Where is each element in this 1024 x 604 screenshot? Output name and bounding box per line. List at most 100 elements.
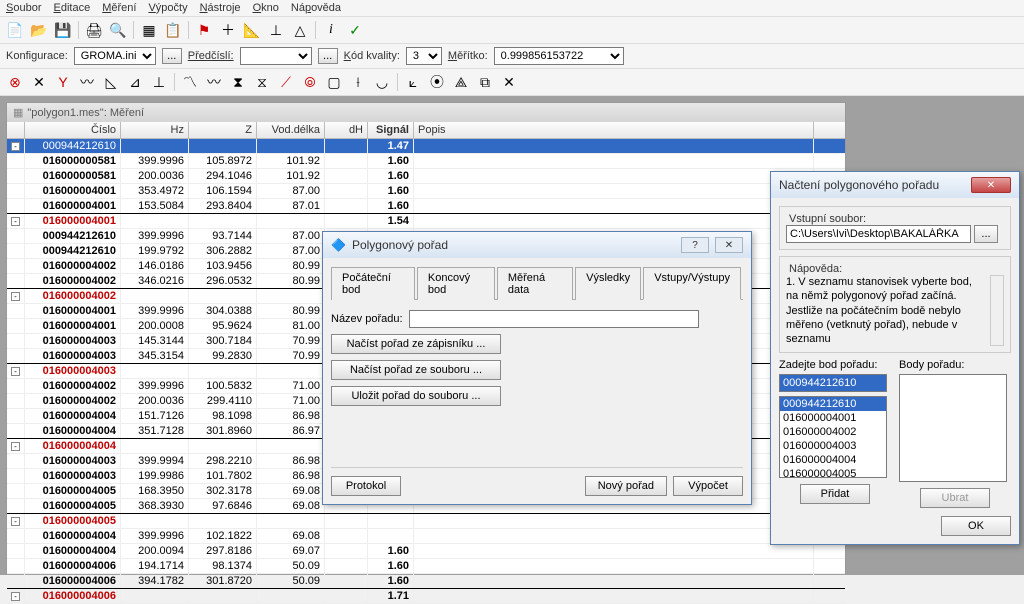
load-notebook-button[interactable]: Načíst pořad ze zápisníku ... [331, 334, 501, 354]
ang1-icon[interactable]: ◺ [100, 71, 122, 93]
table-row[interactable]: -0160000040011.54 [7, 214, 845, 229]
menu-mereni[interactable]: Měření [102, 2, 136, 14]
tool3-icon[interactable]: ⟁ [450, 71, 472, 93]
table-row[interactable]: 016000004001353.4972106.159487.001.60 [7, 184, 845, 199]
tab-vstupy[interactable]: Vstupy/Výstupy [643, 267, 741, 300]
meritko-select[interactable]: 0.999856153722 [494, 47, 624, 65]
menu-okno[interactable]: Okno [253, 2, 279, 14]
load-dialog-title[interactable]: Načtení polygonového pořadu ✕ [771, 172, 1019, 198]
list-item[interactable]: 016000004001 [780, 411, 886, 425]
cross-icon[interactable]: ✕ [28, 71, 50, 93]
menu-soubor[interactable]: Soubor [6, 2, 41, 14]
load-close-button[interactable]: ✕ [971, 177, 1011, 193]
save-icon[interactable]: 💾 [52, 19, 74, 41]
print-icon[interactable]: 🖨 [83, 19, 105, 41]
close-button[interactable]: ✕ [715, 237, 743, 253]
preview-icon[interactable]: 🔍 [107, 19, 129, 41]
tool4-icon[interactable]: ⧉ [474, 71, 496, 93]
trav5-icon[interactable]: ⟋ [275, 71, 297, 93]
config-select[interactable]: GROMA.ini [74, 47, 156, 65]
list-item[interactable]: 000944212610 [780, 397, 886, 411]
ang2-icon[interactable]: ⊿ [124, 71, 146, 93]
col-cislo[interactable]: Číslo [25, 122, 121, 138]
kod-select[interactable]: 3 [406, 47, 442, 65]
tab-koncovy[interactable]: Koncový bod [417, 267, 495, 300]
table-row[interactable]: 016000000581399.9996105.8972101.921.60 [7, 154, 845, 169]
polygon-dialog-title[interactable]: 🔷 Polygonový pořad ? ✕ [323, 232, 751, 258]
trav6-icon[interactable]: ⦾ [299, 71, 321, 93]
trav1-icon[interactable]: 〽 [179, 71, 201, 93]
yconn-icon[interactable]: Y [52, 71, 74, 93]
join-icon[interactable]: ⟊ [347, 71, 369, 93]
tool1-icon[interactable]: ⟀ [402, 71, 424, 93]
tree-toggle-icon[interactable]: - [11, 592, 20, 601]
save-file-button[interactable]: Uložit pořad do souboru ... [331, 386, 501, 406]
list-item[interactable]: 016000004004 [780, 453, 886, 467]
tab-vysledky[interactable]: Výsledky [575, 267, 641, 300]
tree-toggle-icon[interactable]: - [11, 442, 20, 451]
tree-toggle-icon[interactable]: - [11, 367, 20, 376]
protokol-button[interactable]: Protokol [331, 476, 401, 496]
open-icon[interactable]: 📂 [28, 19, 50, 41]
col-dh[interactable]: dH [325, 122, 368, 138]
check-icon[interactable]: ✓ [344, 19, 366, 41]
table-row[interactable]: -0009442126101.47 [7, 139, 845, 154]
novy-porad-button[interactable]: Nový pořad [585, 476, 667, 496]
menu-napoveda[interactable]: Nápověda [291, 2, 341, 14]
table-row[interactable]: 016000004004399.9996102.182269.08 [7, 529, 845, 544]
pridat-button[interactable]: Přidat [800, 484, 870, 504]
help-button[interactable]: ? [681, 237, 709, 253]
table-row[interactable]: 016000004001153.5084293.840487.011.60 [7, 199, 845, 214]
tree-toggle-icon[interactable]: - [11, 517, 20, 526]
table-row[interactable]: 016000004006194.171498.137450.091.60 [7, 559, 845, 574]
col-popis[interactable]: Popis [414, 122, 814, 138]
info-icon[interactable]: i [320, 19, 342, 41]
vstup-path-input[interactable] [786, 225, 971, 243]
col-voddelka[interactable]: Vod.délka [257, 122, 325, 138]
table-row[interactable]: -016000004005 [7, 514, 845, 529]
ok-button[interactable]: OK [941, 516, 1011, 536]
tree-toggle-icon[interactable]: - [11, 292, 20, 301]
config-browse-button[interactable]: ... [162, 48, 182, 64]
menu-vypocty[interactable]: Výpočty [148, 2, 187, 14]
table-row[interactable]: 016000004004200.0094297.818669.071.60 [7, 544, 845, 559]
level-icon[interactable]: △ [289, 19, 311, 41]
nazev-input[interactable] [409, 310, 699, 328]
list-item[interactable]: 016000004003 [780, 439, 886, 453]
square-icon[interactable]: ▢ [323, 71, 345, 93]
vypocet-button[interactable]: Výpočet [673, 476, 743, 496]
predcisli-select[interactable] [240, 47, 312, 65]
tab-pocatecni[interactable]: Počáteční bod [331, 267, 415, 300]
list-item[interactable]: 016000004002 [780, 425, 886, 439]
col-z[interactable]: Z [189, 122, 257, 138]
arc-icon[interactable]: ◡ [371, 71, 393, 93]
table-row[interactable]: 016000004006394.1782301.872050.091.60 [7, 574, 845, 589]
tool5-icon[interactable]: ✕ [498, 71, 520, 93]
vstup-browse-button[interactable]: ... [974, 225, 998, 243]
tool2-icon[interactable]: ⦿ [426, 71, 448, 93]
trav2-icon[interactable]: 〰 [203, 71, 225, 93]
predcisli-browse-button[interactable]: ... [318, 48, 338, 64]
menu-editace[interactable]: Editace [53, 2, 90, 14]
plus-icon[interactable]: ＋ [217, 19, 239, 41]
points-available-list[interactable]: 0009442126100160000040010160000040020160… [779, 396, 887, 478]
napoveda-scrollbar[interactable] [990, 275, 1004, 346]
tree-toggle-icon[interactable]: - [11, 142, 20, 151]
tree-toggle-icon[interactable]: - [11, 217, 20, 226]
htower1-icon[interactable]: 📐 [241, 19, 263, 41]
col-signal[interactable]: Signál [368, 122, 414, 138]
list-item[interactable]: 016000004005 [780, 467, 886, 478]
col-hz[interactable]: Hz [121, 122, 189, 138]
htower2-icon[interactable]: ⊥ [265, 19, 287, 41]
table-row[interactable]: 016000000581200.0036294.1046101.921.60 [7, 169, 845, 184]
trav4-icon[interactable]: ⧖ [251, 71, 273, 93]
xy-icon[interactable]: ⊗ [4, 71, 26, 93]
load-file-button[interactable]: Načíst pořad ze souboru ... [331, 360, 501, 380]
perp-icon[interactable]: ⊥ [148, 71, 170, 93]
net-icon[interactable]: 〰 [76, 71, 98, 93]
trav3-icon[interactable]: ⧗ [227, 71, 249, 93]
new-icon[interactable]: 📄 [4, 19, 26, 41]
flag-icon[interactable]: ⚑ [193, 19, 215, 41]
menu-nastroje[interactable]: Nástroje [200, 2, 241, 14]
zadejte-input[interactable] [779, 374, 887, 392]
